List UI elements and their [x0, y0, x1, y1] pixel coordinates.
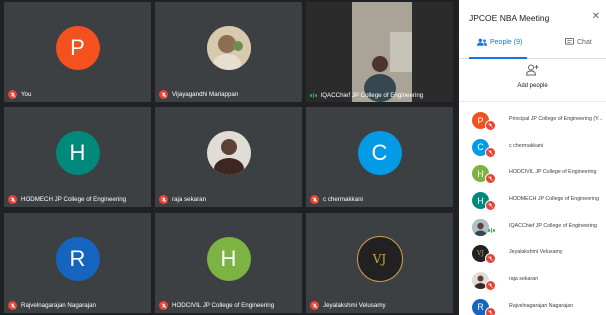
speaking-indicator-icon: [310, 93, 317, 98]
mic-off-icon: [485, 280, 496, 292]
avatar-initial: VJ: [477, 250, 484, 258]
avatar-photo: [472, 218, 489, 236]
tile-nameplate: Rajvelnagarajan Nagarajan: [8, 301, 96, 310]
tile-nameplate: IQACChief JP College of Engineering: [310, 92, 423, 99]
tile-nameplate: HODCIVIL JP College of Engineering: [159, 301, 274, 310]
avatar: C: [357, 131, 402, 175]
avatar: H: [55, 131, 100, 175]
divider: [459, 101, 606, 102]
avatar-initial: P: [477, 115, 484, 126]
avatar-initial: H: [69, 140, 86, 165]
mic-off-icon: [485, 146, 496, 158]
avatar: H: [206, 237, 251, 281]
participant-name: c chermakkani: [323, 196, 363, 203]
avatar-initial: C: [371, 140, 388, 165]
avatar-initial: R: [477, 302, 484, 313]
avatar-photo: [206, 131, 251, 175]
tile-nameplate: Vijayagandhi Mariappan: [159, 90, 238, 99]
tile-nameplate: c chermakkani: [310, 195, 363, 204]
avatar-photo: [206, 26, 251, 70]
participant-name: Vijayagandhi Mariappan: [172, 91, 239, 98]
avatar-initial: H: [220, 246, 237, 271]
mic-off-icon: [485, 306, 496, 315]
participant-name: raja sekaran: [509, 276, 539, 283]
people-panel: JPCOE NBA Meeting ✕ People (9) Chat Add …: [459, 0, 606, 315]
video-tile-chermakkani[interactable]: C c chermakkani: [306, 107, 453, 207]
mic-off-icon: [8, 301, 17, 310]
participant-name: Rajvelnagarajan Nagarajan: [509, 302, 574, 309]
camera-feed: [352, 2, 412, 102]
mic-off-icon: [159, 195, 168, 204]
mic-off-icon: [485, 200, 496, 212]
participant-name: You: [21, 91, 32, 98]
people-icon: [477, 38, 487, 46]
video-tile-rajvelnagarajan[interactable]: R Rajvelnagarajan Nagarajan: [4, 213, 151, 313]
participant-name: IQACChief JP College of Engineering: [509, 222, 597, 229]
chat-icon: [565, 38, 574, 45]
mic-off-icon: [485, 253, 496, 265]
video-tile-jeyalakshmi[interactable]: VJ Jeyalakshmi Velusamy: [306, 213, 453, 313]
tile-nameplate: Jeyalakshmi Velusamy: [310, 301, 386, 310]
active-tab-indicator: [469, 57, 527, 59]
tab-people-label: People (9): [490, 38, 523, 46]
tile-nameplate: raja sekaran: [159, 195, 206, 204]
avatar-initial: H: [477, 195, 484, 206]
avatar: R: [55, 237, 100, 281]
tile-nameplate: HODMECH JP College of Engineering: [8, 195, 126, 204]
tab-chat-label: Chat: [577, 38, 592, 46]
participant-row[interactable]: H HODCIVIL JP College of Engineering: [459, 160, 606, 187]
participant-row[interactable]: VJ Jeyalakshmi Velusamy: [459, 240, 606, 267]
participant-name: IQACChief JP College of Engineering: [320, 92, 424, 99]
mic-off-icon: [159, 90, 168, 99]
participant-name: Jeyalakshmi Velusamy: [509, 249, 563, 256]
avatar-initial: VJ: [372, 252, 387, 266]
participant-name: Principal JP College of Engineering (Y..…: [509, 116, 603, 122]
mic-off-icon: [485, 120, 496, 131]
tab-chat[interactable]: Chat: [565, 38, 592, 46]
add-people-label: Add people: [517, 83, 548, 89]
participant-name: Rajvelnagarajan Nagarajan: [21, 302, 96, 309]
participant-name: HODMECH JP College of Engineering: [509, 196, 599, 203]
close-icon[interactable]: ✕: [592, 11, 600, 22]
video-tile-you[interactable]: P You: [4, 2, 151, 102]
tab-people[interactable]: People (9): [477, 38, 522, 46]
avatar-initial: P: [70, 35, 85, 60]
avatar-initial: R: [69, 246, 86, 271]
participant-row[interactable]: H HODMECH JP College of Engineering: [459, 187, 606, 214]
speaking-indicator-icon: [488, 227, 495, 233]
add-people-button[interactable]: Add people: [459, 64, 606, 89]
avatar: P: [55, 26, 100, 70]
video-tile-hodcivil[interactable]: H HODCIVIL JP College of Engineering: [155, 213, 302, 313]
mic-off-icon: [485, 173, 496, 185]
mic-off-icon: [310, 301, 319, 310]
meeting-title: JPCOE NBA Meeting: [469, 13, 550, 23]
mic-off-icon: [310, 195, 319, 204]
video-tile-iqacchief[interactable]: IQACChief JP College of Engineering: [306, 2, 453, 102]
participant-row[interactable]: R Rajvelnagarajan Nagarajan: [459, 294, 606, 315]
video-tile-vijayagandhi[interactable]: Vijayagandhi Mariappan: [155, 2, 302, 102]
tile-nameplate: You: [8, 90, 31, 99]
add-person-icon: [459, 64, 606, 80]
avatar-logo: VJ: [356, 236, 403, 282]
participant-list: P Principal JP College of Engineering (Y…: [459, 107, 606, 315]
participant-name: c chermakkani: [509, 142, 544, 149]
participant-name: HODCIVIL JP College of Engineering: [172, 302, 275, 309]
video-grid: P You Vijayagandhi Mariappan IQACChief J…: [0, 0, 459, 315]
video-tile-hodmech[interactable]: H HODMECH JP College of Engineering: [4, 107, 151, 207]
avatar-initial: C: [477, 142, 484, 153]
panel-tabs: People (9) Chat: [459, 32, 606, 59]
video-tile-raja-sekaran[interactable]: raja sekaran: [155, 107, 302, 207]
participant-row[interactable]: IQACChief JP College of Engineering: [459, 214, 606, 241]
participant-name: HODMECH JP College of Engineering: [21, 196, 127, 203]
avatar-initial: H: [477, 168, 484, 179]
mic-off-icon: [8, 90, 17, 99]
mic-off-icon: [159, 301, 168, 310]
mic-off-icon: [8, 195, 17, 204]
participant-name: Jeyalakshmi Velusamy: [323, 302, 386, 309]
participant-name: raja sekaran: [172, 196, 207, 203]
participant-row[interactable]: P Principal JP College of Engineering (Y…: [459, 107, 606, 134]
participant-row[interactable]: raja sekaran: [459, 267, 606, 294]
participant-name: HODCIVIL JP College of Engineering: [509, 169, 597, 176]
participant-row[interactable]: C c chermakkani: [459, 134, 606, 161]
